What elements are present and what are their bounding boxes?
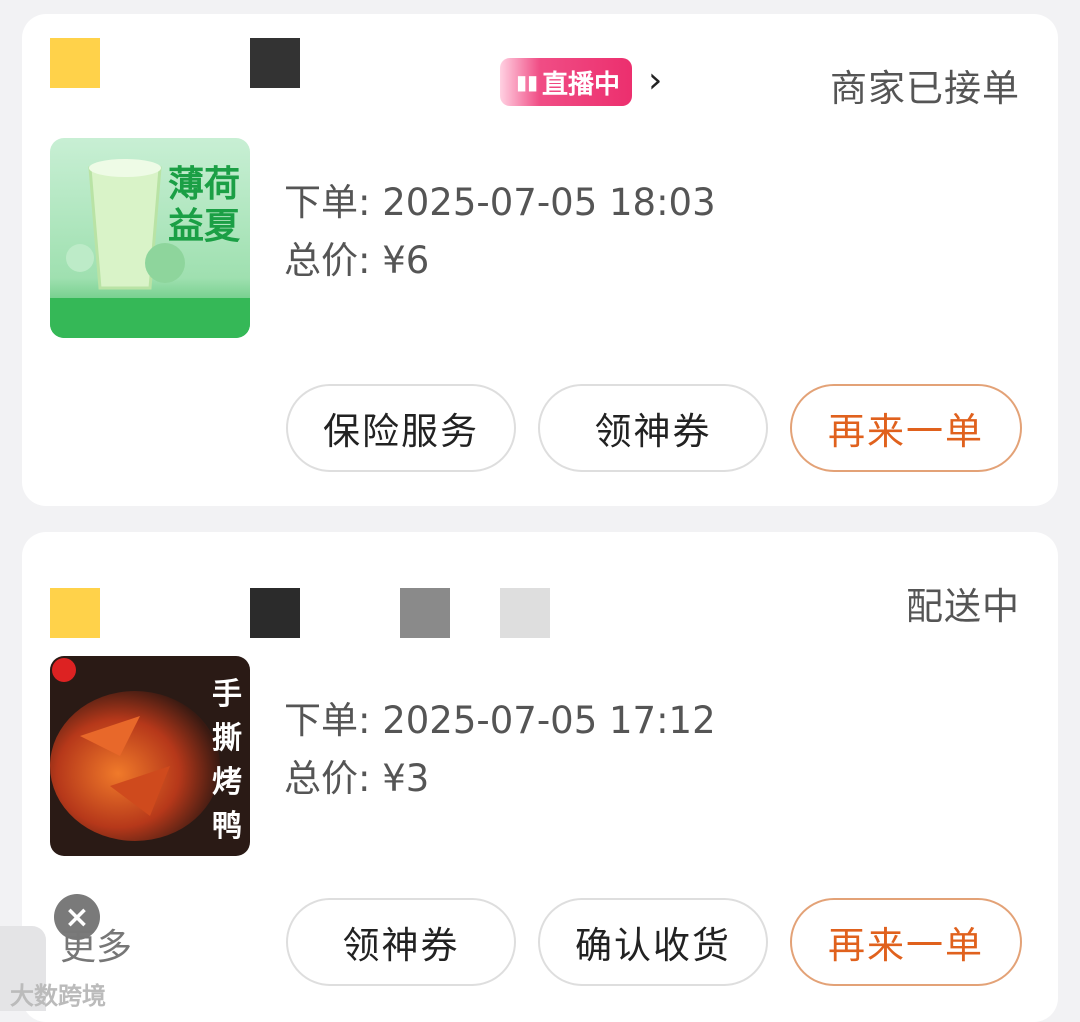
live-badge[interactable]: ▮▮ 直播中 [500, 58, 632, 106]
shop-name-mosaic [250, 38, 300, 88]
order-info: 下单: 2025-07-05 18:03 总价: ¥6 [284, 174, 716, 290]
reorder-button[interactable]: 再来一单 [790, 898, 1022, 986]
order-card[interactable]: 配送中 手 撕 烤 鸭 下单: 2025-07-05 17:12 总价: ¥3 … [22, 532, 1058, 1022]
shop-name-mosaic [500, 588, 550, 638]
mint-drink-image: 薄荷 益夏 [50, 138, 250, 338]
svg-text:手: 手 [212, 677, 242, 712]
chevron-right-icon[interactable]: › [648, 60, 662, 101]
order-card[interactable]: ▮▮ 直播中 › 商家已接单 薄荷 益夏 下单: 2025-07-05 18:0… [22, 14, 1058, 506]
roast-duck-image: 手 撕 烤 鸭 [50, 656, 250, 856]
watermark-text: 大数跨境 [10, 982, 106, 1010]
svg-text:薄荷: 薄荷 [168, 164, 240, 205]
more-label[interactable]: 更多 [60, 918, 132, 970]
order-time: 下单: 2025-07-05 17:12 [284, 699, 716, 742]
confirm-receipt-button[interactable]: 确认收货 [538, 898, 768, 986]
insurance-service-button[interactable]: 保险服务 [286, 384, 516, 472]
order-total: 总价: ¥3 [284, 757, 430, 800]
svg-text:撕: 撕 [212, 721, 242, 756]
svg-text:烤: 烤 [212, 765, 242, 800]
live-badge-label: 直播中 [541, 69, 620, 100]
shop-name-mosaic [50, 588, 100, 638]
order-status: 商家已接单 [830, 67, 1020, 110]
more-menu[interactable]: × 更多 大数跨境 [0, 880, 150, 1011]
order-total: 总价: ¥6 [284, 239, 430, 282]
order-status: 配送中 [906, 585, 1020, 628]
order-info: 下单: 2025-07-05 17:12 总价: ¥3 [284, 692, 716, 808]
reorder-button[interactable]: 再来一单 [790, 384, 1022, 472]
live-bars-icon: ▮▮ [515, 70, 538, 94]
claim-coupon-button[interactable]: 领神券 [538, 384, 768, 472]
order-time: 下单: 2025-07-05 18:03 [284, 181, 716, 224]
svg-text:鸭: 鸭 [212, 809, 242, 844]
shop-name-mosaic [50, 38, 100, 88]
shop-name-mosaic [400, 588, 450, 638]
product-thumbnail[interactable]: 手 撕 烤 鸭 [50, 656, 250, 856]
svg-text:益夏: 益夏 [168, 206, 241, 247]
shop-name-mosaic [250, 588, 300, 638]
claim-coupon-button[interactable]: 领神券 [286, 898, 516, 986]
product-thumbnail[interactable]: 薄荷 益夏 [50, 138, 250, 338]
